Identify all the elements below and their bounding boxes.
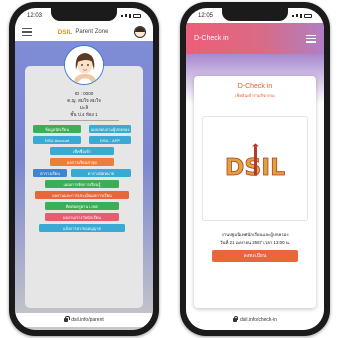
check-in-card: D-Check in เช็คอินเข้าร่วมกิจกรรม DSIL ง… (194, 76, 316, 308)
page-body: D-Check in เช็คอินเข้าร่วมกิจกรรม DSIL ง… (186, 54, 324, 330)
notch (222, 8, 288, 21)
menu-button-learning-plan[interactable]: แผนการจัดการเรียนรู้ (45, 180, 119, 188)
signal-icon (296, 14, 298, 17)
menu-button-latest-grades[interactable]: ผลการเรียนล่าสุด (50, 158, 114, 166)
app-header: DSIL Parent Zone (15, 23, 153, 41)
student-id: ID : 0000 (74, 91, 94, 96)
battery-icon (133, 13, 141, 18)
profile-info: ID : 0000 ด.ญ. สมใจ สมใจ มะลิ ชั้น ป.4 ห… (25, 90, 143, 118)
check-in-screen: 12:05 D-Check in D-Check in เช็คอินเข้าร… (186, 8, 324, 330)
app-header: D-Check in (186, 23, 324, 54)
menu-button-check-in[interactable]: เช็คชื่อเข้า (50, 147, 114, 155)
signal-icon (300, 13, 302, 18)
notch (51, 8, 117, 21)
dsil-logo: DSIL (203, 143, 307, 183)
signal-icon (125, 14, 127, 17)
menu-button-timetable[interactable]: ตารางเรียน (33, 169, 67, 177)
student-nickname: มะลิ (79, 105, 89, 110)
signal-icon (129, 13, 131, 18)
card-title: D-Check in (237, 83, 273, 90)
page-title: D-Check in (194, 35, 229, 42)
menu-icon[interactable] (22, 28, 32, 36)
brand-logo: DSIL (57, 28, 73, 36)
event-datetime: วันที่ 21 เมษายน 2567 เวลา 13:00 น. (220, 240, 290, 245)
event-name: งานปฐมนิเทศนักเรียนและผู้ปกครอง (221, 232, 289, 237)
url-text: dsil.info/check-in (240, 317, 277, 323)
brand: DSIL Parent Zone (58, 29, 109, 36)
menu-button-survey[interactable]: แบบสอบถามผู้ปกครอง (89, 125, 131, 133)
signal-icon (121, 14, 123, 17)
student-name: ด.ญ. สมใจ สมใจ (67, 98, 101, 103)
student-class: ชั้น ป.4 ห้อง 1 (70, 112, 98, 117)
status-icons (121, 13, 141, 18)
parent-zone-screen: 12:03 DSIL Parent Zone ID : 0000 ด.ญ. สม… (15, 8, 153, 330)
menu-button-leave-request[interactable]: แจ้งการลา/ขออนุญาต (39, 224, 125, 232)
menu-button-assessment[interactable]: ผลงานและการประเมินผลการเรียน (35, 191, 129, 199)
browser-url-bar[interactable]: dsil.info/check-in (186, 313, 324, 327)
url-text: dsil.info/parent (71, 317, 104, 323)
event-card: DSIL (202, 116, 308, 221)
profile-card: ID : 0000 ด.ญ. สมใจ สมใจ มะลิ ชั้น ป.4 ห… (25, 66, 143, 308)
menu-button-line-contact[interactable]: ติดต่อครูผ่าน LINE (45, 202, 119, 210)
register-button[interactable]: ลงทะเบียน (212, 250, 298, 262)
student-avatar (64, 45, 104, 85)
browser-url-bar[interactable]: dsil.info/parent (15, 313, 153, 327)
avatar[interactable] (134, 26, 146, 38)
menu-button-dsil-app[interactable]: DSIL - APP (89, 136, 131, 144)
status-time: 12:05 (198, 12, 214, 19)
menu-button-appointments[interactable]: ตารางนัดหมาย (71, 169, 131, 177)
left-phone-frame: 12:03 DSIL Parent Zone ID : 0000 ด.ญ. สม… (9, 2, 159, 336)
lock-icon (233, 316, 239, 322)
right-phone-frame: 12:05 D-Check in D-Check in เช็คอินเข้าร… (180, 2, 330, 336)
lock-icon (64, 316, 70, 322)
battery-icon (304, 13, 312, 18)
divider (49, 120, 119, 121)
page-title: Parent Zone (75, 29, 109, 35)
status-time: 12:03 (27, 12, 43, 19)
card-subtitle: เช็คอินเข้าร่วมกิจกรรม (235, 93, 275, 98)
menu-button-awards[interactable]: ผลงาน/รางวัลนักเรียน (45, 213, 119, 221)
menu-icon[interactable] (306, 34, 316, 43)
status-icons (292, 13, 312, 18)
signal-icon (292, 14, 294, 17)
menu-button-student-info[interactable]: ข้อมูลนักเรียน (33, 125, 81, 133)
menu-button-dsil-account[interactable]: DSIL Account (33, 136, 81, 144)
